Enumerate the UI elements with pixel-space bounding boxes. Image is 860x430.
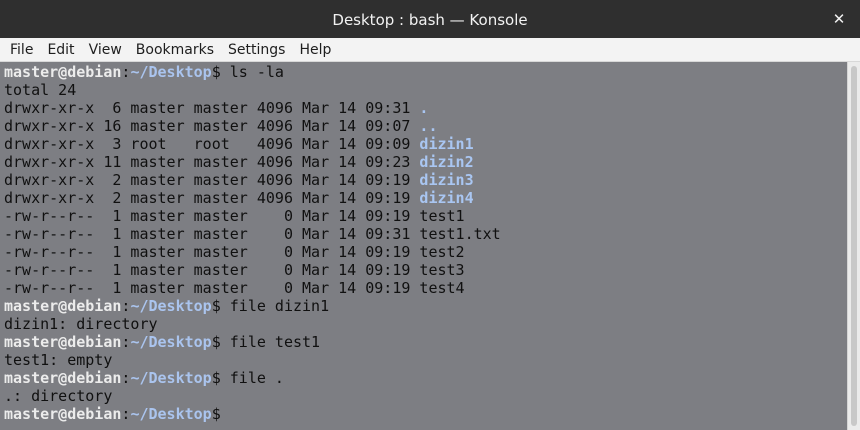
prompt-path: ~/Desktop xyxy=(130,369,212,387)
ls-entry: drwxr-xr-x 16 master master 4096 Mar 14 … xyxy=(4,117,847,135)
ls-entry: -rw-r--r-- 1 master master 0 Mar 14 09:3… xyxy=(4,225,847,243)
prompt-dollar: $ xyxy=(211,405,221,423)
prompt-user-host: master@debian xyxy=(4,369,122,387)
prompt-line: master@debian:~/Desktop$ xyxy=(4,405,847,423)
title-bar[interactable]: Desktop : bash — Konsole ✕ xyxy=(0,0,860,38)
ls-entry: drwxr-xr-x 2 master master 4096 Mar 14 0… xyxy=(4,171,847,189)
ls-entry-meta: drwxr-xr-x 6 master master 4096 Mar 14 0… xyxy=(4,99,420,117)
output-line: test1: empty xyxy=(4,351,847,369)
prompt-user-host: master@debian xyxy=(4,405,122,423)
ls-entry-filename: test2 xyxy=(419,243,465,261)
prompt-dollar: $ xyxy=(211,369,221,387)
prompt-user-host: master@debian xyxy=(4,333,122,351)
konsole-window: Desktop : bash — Konsole ✕ File Edit Vie… xyxy=(0,0,860,430)
prompt-user-host: master@debian xyxy=(4,63,122,81)
output-line: total 24 xyxy=(4,81,847,99)
prompt-line: master@debian:~/Desktop$ ls -la xyxy=(4,63,847,81)
prompt-path: ~/Desktop xyxy=(130,297,212,315)
output-text: total 24 xyxy=(4,81,77,99)
ls-entry-meta: drwxr-xr-x 3 root root 4096 Mar 14 09:09 xyxy=(4,135,420,153)
prompt-line: master@debian:~/Desktop$ file test1 xyxy=(4,333,847,351)
prompt-path: ~/Desktop xyxy=(130,63,212,81)
ls-entry-meta: -rw-r--r-- 1 master master 0 Mar 14 09:1… xyxy=(4,243,420,261)
command-text: file . xyxy=(220,369,284,387)
output-line: .: directory xyxy=(4,387,847,405)
output-text: dizin1: directory xyxy=(4,315,158,333)
ls-entry: -rw-r--r-- 1 master master 0 Mar 14 09:1… xyxy=(4,261,847,279)
menu-bookmarks[interactable]: Bookmarks xyxy=(129,39,221,61)
ls-entry: drwxr-xr-x 11 master master 4096 Mar 14 … xyxy=(4,153,847,171)
menu-edit[interactable]: Edit xyxy=(40,39,81,61)
ls-entry-dirname: dizin2 xyxy=(419,153,474,171)
ls-entry: drwxr-xr-x 3 root root 4096 Mar 14 09:09… xyxy=(4,135,847,153)
prompt-user-host: master@debian xyxy=(4,297,122,315)
ls-entry-filename: test4 xyxy=(419,279,465,297)
ls-entry-dirname: .. xyxy=(419,117,438,135)
prompt-line: master@debian:~/Desktop$ file . xyxy=(4,369,847,387)
ls-entry-meta: drwxr-xr-x 11 master master 4096 Mar 14 … xyxy=(4,153,420,171)
ls-entry-meta: -rw-r--r-- 1 master master 0 Mar 14 09:1… xyxy=(4,261,420,279)
command-text: ls -la xyxy=(220,63,284,81)
ls-entry: drwxr-xr-x 2 master master 4096 Mar 14 0… xyxy=(4,189,847,207)
ls-entry: drwxr-xr-x 6 master master 4096 Mar 14 0… xyxy=(4,99,847,117)
ls-entry-filename: test3 xyxy=(419,261,465,279)
ls-entry-dirname: . xyxy=(419,99,429,117)
menu-bar: File Edit View Bookmarks Settings Help xyxy=(0,38,860,62)
prompt-dollar: $ xyxy=(211,333,221,351)
prompt-dollar: $ xyxy=(211,297,221,315)
window-title: Desktop : bash — Konsole xyxy=(332,11,528,29)
ls-entry-meta: -rw-r--r-- 1 master master 0 Mar 14 09:1… xyxy=(4,279,420,297)
menu-file[interactable]: File xyxy=(3,39,40,61)
output-text: .: directory xyxy=(4,387,113,405)
scrollbar-thumb[interactable] xyxy=(851,66,857,426)
ls-entry-dirname: dizin4 xyxy=(419,189,474,207)
terminal-scrollbar[interactable] xyxy=(847,62,860,430)
menu-help[interactable]: Help xyxy=(292,39,338,61)
ls-entry-dirname: dizin1 xyxy=(419,135,474,153)
terminal-output[interactable]: master@debian:~/Desktop$ ls -la total 24 d… xyxy=(0,62,847,430)
prompt-path: ~/Desktop xyxy=(130,333,212,351)
ls-entry-meta: -rw-r--r-- 1 master master 0 Mar 14 09:3… xyxy=(4,225,420,243)
ls-entry-dirname: dizin3 xyxy=(419,171,474,189)
ls-entry-filename: test1 xyxy=(419,207,465,225)
menu-view[interactable]: View xyxy=(82,39,129,61)
ls-entry: -rw-r--r-- 1 master master 0 Mar 14 09:1… xyxy=(4,243,847,261)
ls-entry: -rw-r--r-- 1 master master 0 Mar 14 09:1… xyxy=(4,207,847,225)
ls-entry-meta: -rw-r--r-- 1 master master 0 Mar 14 09:1… xyxy=(4,207,420,225)
command-text: file dizin1 xyxy=(220,297,330,315)
ls-entry-meta: drwxr-xr-x 16 master master 4096 Mar 14 … xyxy=(4,117,420,135)
prompt-path: ~/Desktop xyxy=(130,405,212,423)
ls-entry: -rw-r--r-- 1 master master 0 Mar 14 09:1… xyxy=(4,279,847,297)
menu-settings[interactable]: Settings xyxy=(221,39,292,61)
close-icon[interactable]: ✕ xyxy=(828,8,850,30)
ls-entry-meta: drwxr-xr-x 2 master master 4096 Mar 14 0… xyxy=(4,171,420,189)
command-text: file test1 xyxy=(220,333,321,351)
prompt-dollar: $ xyxy=(211,63,221,81)
output-line: dizin1: directory xyxy=(4,315,847,333)
output-text: test1: empty xyxy=(4,351,113,369)
prompt-line: master@debian:~/Desktop$ file dizin1 xyxy=(4,297,847,315)
ls-entry-meta: drwxr-xr-x 2 master master 4096 Mar 14 0… xyxy=(4,189,420,207)
ls-entry-filename: test1.txt xyxy=(419,225,501,243)
